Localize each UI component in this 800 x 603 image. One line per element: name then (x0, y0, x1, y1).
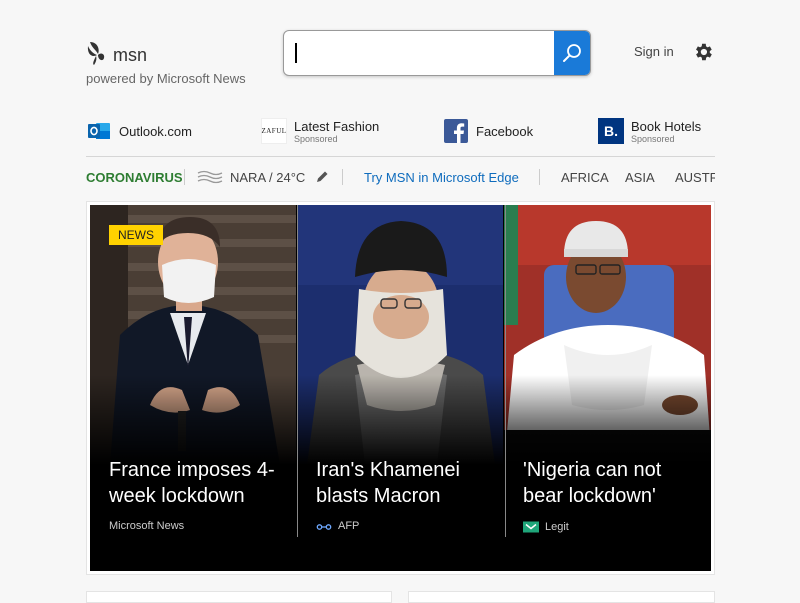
quick-link-outlook[interactable]: Outlook.com (86, 116, 192, 146)
topic-ribbon: CORONAVIRUS NARA / 24°C Try MSN in Micro… (86, 160, 715, 194)
facebook-icon (443, 118, 469, 144)
hero-card: NEWS France imposes 4-week lockdown Micr… (86, 201, 715, 575)
hero-story-2[interactable]: Iran's Khamenei blasts Macron AFP (297, 205, 503, 571)
story-card[interactable] (408, 591, 715, 603)
weather-text: NARA / 24°C (230, 169, 306, 185)
fog-icon (197, 170, 223, 184)
image-gradient (297, 375, 503, 465)
story-card[interactable] (86, 591, 392, 603)
panel-divider (505, 205, 506, 537)
quick-link-hotels[interactable]: B. Book Hotels Sponsored (598, 116, 701, 146)
booking-icon: B. (598, 118, 624, 144)
source-name: Legit (545, 521, 569, 533)
story-source: AFP (316, 520, 359, 532)
weather-widget[interactable]: NARA / 24°C (197, 160, 329, 194)
quick-link-label: Book Hotels (631, 118, 702, 134)
story-title[interactable]: France imposes 4-week lockdown (109, 457, 287, 509)
story-title[interactable]: Iran's Khamenei blasts Macron (316, 457, 494, 509)
hero-story-1[interactable]: NEWS France imposes 4-week lockdown Micr… (90, 205, 296, 571)
source-name: Microsoft News (109, 520, 185, 532)
panel-divider (297, 205, 298, 537)
header-divider (86, 156, 715, 157)
news-badge: NEWS (109, 225, 163, 245)
source-name: AFP (338, 520, 360, 532)
image-gradient (504, 375, 711, 465)
quick-link-label: Latest Fashion (294, 118, 380, 134)
legit-logo-icon (523, 521, 539, 533)
region-australia[interactable]: AUSTRA (675, 160, 715, 194)
text-caret (295, 43, 297, 63)
pencil-icon[interactable] (315, 170, 329, 184)
logo-text: msn (113, 44, 148, 65)
butterfly-icon (87, 42, 105, 65)
sponsored-label: Sponsored (631, 133, 675, 144)
msn-logo[interactable]: msn (86, 40, 147, 66)
quick-link-fashion[interactable]: ZAFUL Latest Fashion Sponsored (261, 116, 379, 146)
afp-logo-icon (316, 523, 332, 530)
powered-by-text: powered by Microsoft News (86, 71, 246, 86)
region-asia[interactable]: ASIA (625, 160, 655, 194)
hero-story-3[interactable]: 'Nigeria can not bear lockdown' Legit (504, 205, 711, 571)
sign-in-link[interactable]: Sign in (634, 44, 674, 59)
region-africa[interactable]: AFRICA (561, 160, 609, 194)
outlook-icon (86, 118, 112, 144)
sponsored-label: Sponsored (294, 133, 338, 144)
image-gradient (90, 375, 296, 465)
search-input[interactable] (284, 31, 554, 75)
search-box[interactable] (283, 30, 591, 76)
zaful-logo: ZAFUL (261, 118, 287, 144)
ribbon-divider (184, 169, 185, 185)
quick-link-label: Facebook (476, 123, 534, 139)
quick-link-facebook[interactable]: Facebook (443, 116, 533, 146)
story-title[interactable]: 'Nigeria can not bear lockdown' (523, 457, 701, 509)
gear-icon[interactable] (692, 41, 714, 63)
search-icon (563, 44, 581, 62)
ribbon-divider (539, 169, 540, 185)
search-button[interactable] (554, 31, 590, 75)
story-source: Legit (523, 520, 569, 534)
coronavirus-link[interactable]: CORONAVIRUS (86, 160, 183, 194)
edge-promo-link[interactable]: Try MSN in Microsoft Edge (364, 160, 519, 194)
quick-link-label: Outlook.com (119, 123, 192, 139)
story-source: Microsoft News (109, 520, 184, 532)
ribbon-divider (342, 169, 343, 185)
